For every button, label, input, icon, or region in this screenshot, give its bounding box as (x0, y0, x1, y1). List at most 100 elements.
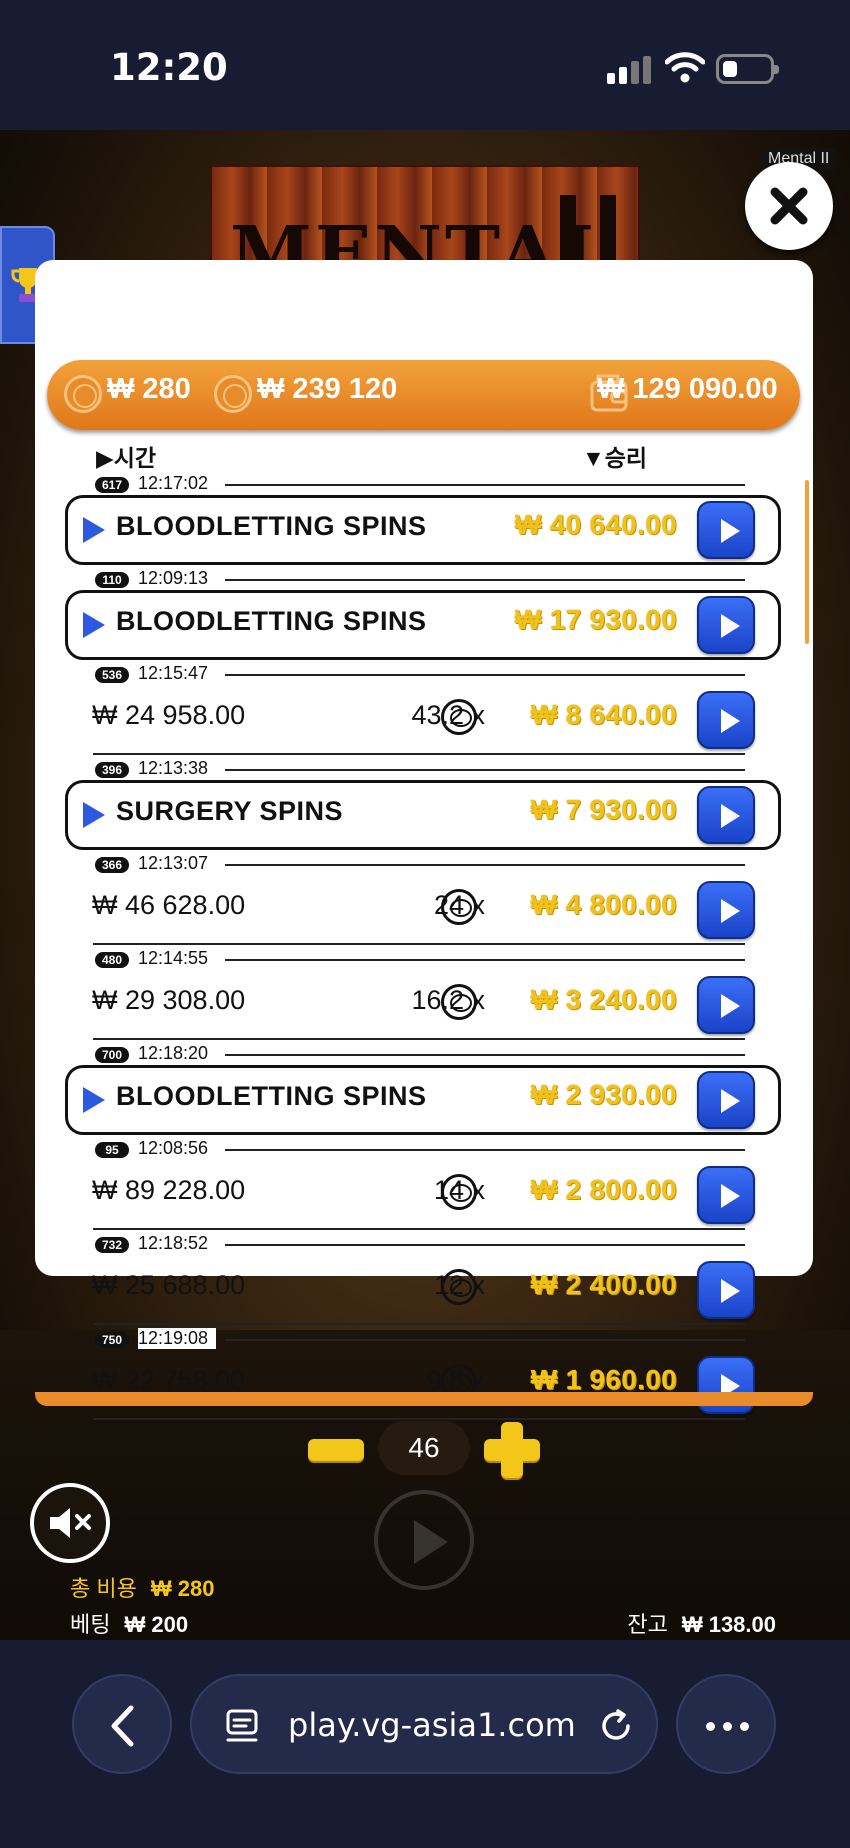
row-time: 12:17:02 (138, 473, 217, 494)
round-badge: 480 (95, 952, 129, 968)
row-time: 12:19:08 (138, 1328, 217, 1349)
increase-button[interactable] (484, 1422, 540, 1478)
row-time: 12:08:56 (138, 1138, 217, 1159)
feature-name: SURGERY SPINS (116, 796, 344, 826)
sort-arrow-icon: ▼ (582, 445, 605, 471)
row-time: 12:14:55 (138, 948, 217, 969)
row-divider (225, 959, 745, 961)
row-bet: ₩ 46 628.00 (92, 890, 246, 920)
coin-icon (64, 375, 102, 413)
replay-button[interactable] (697, 596, 755, 654)
speaker-muted-icon (50, 1508, 91, 1538)
row-divider (225, 579, 745, 581)
round-badge: 366 (95, 857, 129, 873)
round-badge: 536 (95, 667, 129, 683)
more-dots-icon (706, 1722, 715, 1731)
header-total-win: ₩ 239 120 (257, 373, 398, 405)
balance: 잔고 ₩ 138.00 (627, 1612, 776, 1637)
row-time: 12:18:20 (138, 1043, 217, 1064)
status-time: 12:20 (110, 46, 228, 89)
row-divider (93, 753, 745, 755)
spin-row: 750 12:19:08 ₩ 22 758.00 9.8 x ₩ 1 960.00 (65, 1328, 785, 1420)
panel-header: ₩ 280 ₩ 239 120 ₩ 129 090.00 (47, 360, 800, 430)
header-balance: ₩ 129 090.00 (597, 373, 778, 405)
row-bet: ₩ 29 308.00 (92, 985, 246, 1015)
spin-row: 536 12:15:47 ₩ 24 958.00 43.2 x ₩ 8 640.00 (65, 663, 785, 755)
replay-button[interactable] (697, 976, 755, 1034)
reload-icon[interactable] (596, 1706, 636, 1746)
total-cost: 총 비용 ₩ 280 (70, 1576, 215, 1601)
play-icon (83, 802, 105, 828)
row-divider (93, 1228, 745, 1230)
spin-button[interactable] (374, 1490, 474, 1590)
round-badge: 732 (95, 1237, 129, 1253)
play-icon (83, 1087, 105, 1113)
mute-button[interactable] (30, 1483, 110, 1563)
close-icon (770, 187, 808, 225)
row-divider (93, 943, 745, 945)
address-bar[interactable]: play.vg-asia1.com (190, 1674, 658, 1774)
scrollbar[interactable] (805, 480, 809, 644)
coin-icon (214, 375, 252, 413)
replay-button[interactable] (697, 691, 755, 749)
decrease-button[interactable] (308, 1439, 364, 1461)
sort-time-header[interactable]: ▶시간 (96, 439, 156, 473)
coin-icon (441, 889, 477, 925)
feature-name: BLOODLETTING SPINS (116, 511, 427, 541)
round-badge: 700 (95, 1047, 129, 1063)
close-button[interactable] (745, 162, 833, 250)
coin-icon (441, 1174, 477, 1210)
row-time: 12:15:47 (138, 663, 217, 684)
row-divider (225, 1054, 745, 1056)
row-win: ₩ 2 800.00 (530, 1174, 677, 1205)
row-divider (93, 1323, 745, 1325)
battery-icon (716, 54, 779, 84)
row-win: ₩ 40 640.00 (514, 509, 677, 540)
spin-row: 95 12:08:56 ₩ 89 228.00 14 x ₩ 2 800.00 (65, 1138, 785, 1230)
feature-name: BLOODLETTING SPINS (116, 606, 427, 636)
row-win: ₩ 3 240.00 (530, 984, 677, 1015)
round-badge: 396 (95, 762, 129, 778)
sort-arrow-icon: ▶ (96, 445, 114, 471)
replay-button[interactable] (697, 786, 755, 844)
coin-icon (441, 1269, 477, 1305)
feature-row: 110 12:09:13 BLOODLETTING SPINS ₩ 17 930.00 (65, 568, 785, 660)
row-divider (225, 484, 745, 486)
spin-row: 366 12:13:07 ₩ 46 628.00 24 x ₩ 4 800.00 (65, 853, 785, 945)
more-button[interactable] (676, 1674, 776, 1774)
row-time: 12:13:38 (138, 758, 217, 779)
row-time: 12:09:13 (138, 568, 217, 589)
row-win: ₩ 4 800.00 (530, 889, 677, 920)
chevron-left-icon (111, 1705, 134, 1747)
status-bar: 12:20 (0, 0, 850, 130)
replay-button[interactable] (697, 1261, 755, 1319)
replay-button[interactable] (697, 501, 755, 559)
round-badge: 617 (95, 477, 129, 493)
replay-button[interactable] (697, 1166, 755, 1224)
row-win: ₩ 2 930.00 (530, 1079, 677, 1110)
page-menu-icon[interactable] (222, 1706, 262, 1746)
round-badge: 110 (95, 572, 129, 588)
row-divider (225, 1339, 745, 1341)
cellular-signal-icon (607, 56, 651, 84)
row-time: 12:18:52 (138, 1233, 217, 1254)
url-text: play.vg-asia1.com (288, 1706, 576, 1744)
row-bet: ₩ 24 958.00 (92, 700, 246, 730)
row-divider (225, 674, 745, 676)
row-win: ₩ 8 640.00 (530, 699, 677, 730)
row-time: 12:13:07 (138, 853, 217, 874)
count-display: 46 (378, 1421, 470, 1475)
row-divider (225, 769, 745, 771)
replay-button[interactable] (697, 1071, 755, 1129)
row-divider (93, 1038, 745, 1040)
row-bet: ₩ 25 688.00 (92, 1270, 246, 1300)
play-icon (83, 612, 105, 638)
row-win: ₩ 17 930.00 (514, 604, 677, 635)
sort-win-header[interactable]: ▼승리 (582, 439, 647, 473)
replay-button[interactable] (697, 881, 755, 939)
row-divider (225, 1149, 745, 1151)
row-divider (93, 1418, 745, 1420)
feature-name: BLOODLETTING SPINS (116, 1081, 427, 1111)
back-button[interactable] (72, 1674, 172, 1774)
round-badge: 95 (95, 1142, 129, 1158)
